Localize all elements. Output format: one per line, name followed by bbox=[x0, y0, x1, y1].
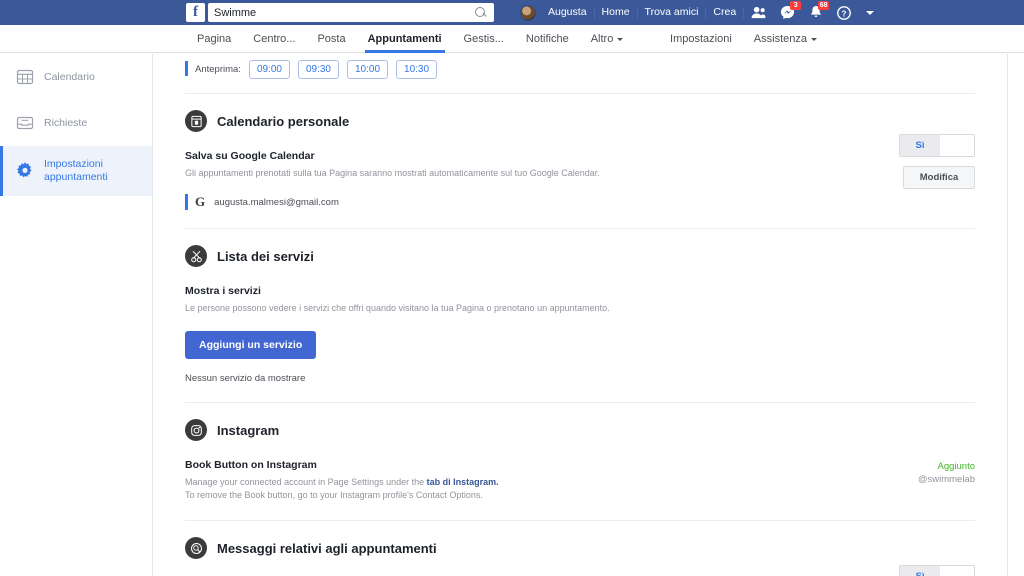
setting-description: Gli appuntamenti prenotati sulla tua Pag… bbox=[185, 168, 600, 178]
section-title: Messaggi relativi agli appuntamenti bbox=[217, 540, 437, 556]
svg-text:?: ? bbox=[842, 9, 847, 18]
time-chip-0900[interactable]: 09:00 bbox=[248, 60, 290, 79]
section-title: Calendario personale bbox=[217, 113, 350, 129]
instagram-icon bbox=[185, 419, 207, 441]
tab-pagina[interactable]: Pagina bbox=[186, 25, 242, 53]
tab-assistenza-label: Assistenza bbox=[753, 33, 807, 45]
preview-label: Anteprima: bbox=[195, 64, 241, 75]
tab-appuntamenti[interactable]: Appuntamenti bbox=[357, 25, 453, 53]
google-account-email: augusta.malmesi@gmail.com bbox=[214, 196, 339, 208]
search-input[interactable] bbox=[208, 4, 458, 21]
sidebar-item-label: Impostazioni appuntamenti bbox=[44, 158, 108, 183]
chat-bubble-icon bbox=[185, 537, 207, 559]
section-title: Lista dei servizi bbox=[217, 248, 314, 264]
messenger-icon[interactable]: 3 bbox=[773, 0, 802, 25]
tab-gestisci[interactable]: Gestis... bbox=[453, 25, 515, 53]
appointments-sidebar: Calendario Richieste Impostazioni appunt… bbox=[0, 54, 152, 576]
sidebar-item-calendario[interactable]: Calendario bbox=[0, 54, 152, 100]
page-tabs-right: Impostazioni Assistenza bbox=[659, 25, 828, 53]
home-link[interactable]: Home bbox=[595, 0, 637, 25]
chevron-down-icon bbox=[811, 37, 817, 41]
tab-notifiche[interactable]: Notifiche bbox=[515, 25, 580, 53]
instagram-status: Aggiunto @swimmelab bbox=[918, 461, 975, 485]
tab-posta[interactable]: Posta bbox=[306, 25, 356, 53]
create-link[interactable]: Crea bbox=[706, 0, 743, 25]
content-inner: Anteprima: 09:00 09:30 10:00 10:30 Calen… bbox=[153, 54, 1007, 576]
setting-title-book-button-instagram: Book Button on Instagram bbox=[185, 459, 317, 471]
section-messaggi-appuntamenti: Messaggi relativi agli appuntamenti Sì P… bbox=[185, 521, 975, 576]
tab-centro[interactable]: Centro... bbox=[242, 25, 306, 53]
add-service-button[interactable]: Aggiungi un servizio bbox=[185, 331, 317, 359]
appointment-settings-content: Anteprima: 09:00 09:30 10:00 10:30 Calen… bbox=[152, 54, 1008, 576]
sidebar-item-impostazioni-appuntamenti[interactable]: Impostazioni appuntamenti bbox=[0, 146, 152, 196]
friend-requests-icon[interactable] bbox=[744, 0, 773, 25]
calendar-badge-icon bbox=[185, 110, 207, 132]
facebook-top-navigation-bar: f Augusta Home Trova amici Crea bbox=[0, 0, 1024, 25]
global-search-box[interactable] bbox=[208, 3, 494, 22]
gear-icon bbox=[16, 162, 34, 180]
profile-name-link[interactable]: Augusta bbox=[541, 0, 594, 25]
tab-impostazioni[interactable]: Impostazioni bbox=[659, 25, 743, 53]
reminder-toggle[interactable]: Sì bbox=[899, 565, 975, 576]
preview-accent-bar bbox=[185, 61, 188, 76]
section-title: Instagram bbox=[217, 422, 280, 438]
time-chip-0930[interactable]: 09:30 bbox=[297, 60, 339, 79]
top-bar-right-cluster: Augusta Home Trova amici Crea 3 68 ? bbox=[520, 0, 882, 25]
section-calendario-personale: Calendario personale Sì Salva su Google … bbox=[185, 94, 975, 228]
calendar-icon bbox=[16, 68, 34, 86]
notifications-badge: 68 bbox=[818, 1, 830, 10]
edit-google-account-button[interactable]: Modifica bbox=[903, 166, 975, 189]
facebook-appointments-settings-page: f Augusta Home Trova amici Crea bbox=[0, 0, 1024, 576]
section-header: Instagram bbox=[185, 419, 975, 441]
google-account-row: G augusta.malmesi@gmail.com bbox=[185, 194, 975, 210]
sidebar-item-label: Richieste bbox=[44, 116, 88, 129]
section-header: Calendario personale bbox=[185, 110, 975, 132]
services-empty-note: Nessun servizio da mostrare bbox=[185, 373, 306, 384]
inbox-icon bbox=[16, 114, 34, 132]
account-accent-bar bbox=[185, 194, 188, 210]
setting-title-mostra-servizi: Mostra i servizi bbox=[185, 285, 261, 297]
sidebar-item-richieste[interactable]: Richieste bbox=[0, 100, 152, 146]
sidebar-item-label: Calendario bbox=[44, 70, 95, 83]
toggle-on-option[interactable]: Sì bbox=[900, 135, 940, 156]
setting-description-line-1: Manage your connected account in Page Se… bbox=[185, 476, 975, 489]
page-secondary-navigation: Pagina Centro... Posta Appuntamenti Gest… bbox=[0, 25, 1024, 53]
find-friends-link[interactable]: Trova amici bbox=[638, 0, 706, 25]
chevron-down-icon bbox=[617, 37, 624, 41]
page-tabs: Pagina Centro... Posta Appuntamenti Gest… bbox=[186, 25, 634, 53]
instagram-tab-link[interactable]: tab di Instagram. bbox=[427, 477, 499, 487]
google-calendar-toggle[interactable]: Sì bbox=[899, 134, 975, 157]
toggle-off-option[interactable] bbox=[940, 135, 974, 156]
messenger-badge: 3 bbox=[790, 1, 802, 10]
status-badge: Aggiunto bbox=[937, 461, 975, 472]
facebook-logo-icon[interactable]: f bbox=[186, 3, 205, 22]
tab-altro[interactable]: Altro bbox=[580, 25, 635, 53]
preview-times-row: Anteprima: 09:00 09:30 10:00 10:30 bbox=[185, 54, 975, 93]
time-chip-1000[interactable]: 10:00 bbox=[347, 60, 389, 79]
toggle-on-option[interactable]: Sì bbox=[900, 566, 940, 576]
tab-assistenza[interactable]: Assistenza bbox=[743, 25, 828, 53]
instagram-handle: @swimmelab bbox=[917, 474, 975, 485]
avatar[interactable] bbox=[520, 4, 536, 21]
section-header: Lista dei servizi bbox=[185, 245, 975, 267]
setting-description: Le persone possono vedere i servizi che … bbox=[185, 303, 610, 313]
help-question-icon[interactable]: ? bbox=[830, 0, 858, 25]
scissors-icon bbox=[185, 245, 207, 267]
time-chip-1030[interactable]: 10:30 bbox=[396, 60, 438, 79]
google-g-icon: G bbox=[195, 194, 206, 209]
caret-down-icon[interactable] bbox=[866, 10, 875, 15]
setting-title-salva-google-calendar: Salva su Google Calendar bbox=[185, 150, 315, 162]
search-icon[interactable] bbox=[475, 6, 487, 19]
notifications-bell-icon[interactable]: 68 bbox=[802, 0, 830, 25]
section-lista-dei-servizi: Lista dei servizi Mostra i servizi Le pe… bbox=[185, 229, 975, 402]
section-header: Messaggi relativi agli appuntamenti bbox=[185, 537, 975, 559]
setting-description-line-2: To remove the Book button, go to your In… bbox=[185, 490, 483, 500]
section-instagram: Instagram Aggiunto @swimmelab Book Butto… bbox=[185, 403, 975, 520]
instagram-desc-text: Manage your connected account in Page Se… bbox=[185, 477, 427, 487]
tab-altro-label: Altro bbox=[590, 33, 614, 45]
toggle-off-option[interactable] bbox=[940, 566, 974, 576]
